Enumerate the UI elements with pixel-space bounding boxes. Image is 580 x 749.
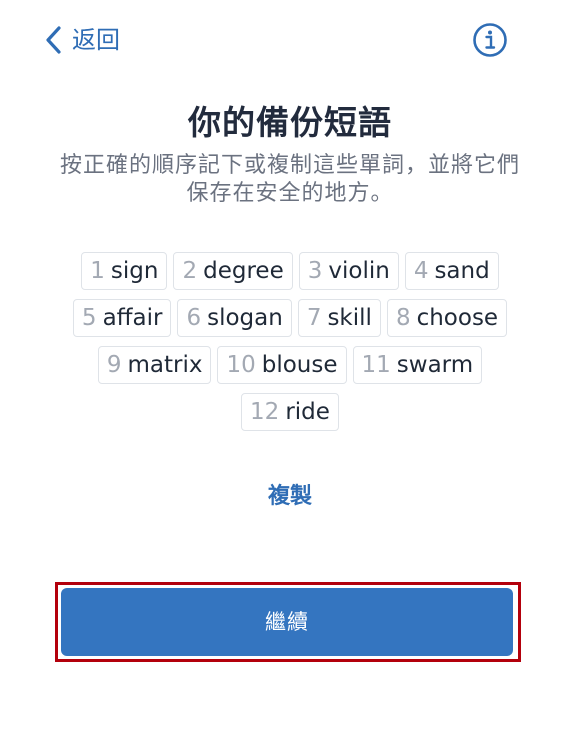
back-button[interactable]: 返回 — [44, 22, 120, 58]
word-row: 9 matrix 10 blouse 11 swarm — [40, 346, 540, 384]
word-number: 2 — [182, 258, 198, 284]
word-chip: 5 affair — [72, 299, 172, 337]
word-chip: 6 slogan — [177, 299, 292, 337]
word-number: 5 — [81, 305, 97, 331]
word-chip: 11 swarm — [352, 346, 483, 384]
word-row: 5 affair 6 slogan 7 skill 8 choose — [40, 299, 540, 337]
chevron-left-icon — [46, 26, 61, 54]
word-number: 9 — [106, 352, 122, 378]
word-text: slogan — [207, 305, 283, 331]
word-text: affair — [102, 305, 163, 331]
backup-phrase-grid: 1 sign 2 degree 3 violin 4 sand 5 affair 6 slo… — [40, 252, 540, 440]
back-label: 返回 — [72, 26, 120, 54]
word-number: 1 — [90, 258, 105, 284]
word-number: 7 — [306, 305, 322, 331]
word-number: 8 — [395, 305, 411, 331]
word-chip: 8 choose — [386, 299, 508, 337]
info-circle-icon — [473, 23, 507, 57]
word-chip: 10 blouse — [217, 346, 347, 384]
copy-button[interactable]: 複製 — [0, 478, 580, 510]
top-bar: 返回 — [0, 0, 580, 80]
word-text: choose — [416, 305, 499, 331]
word-text: skill — [327, 305, 372, 331]
word-text: sand — [434, 258, 490, 284]
word-text: ride — [285, 399, 330, 425]
word-number: 12 — [250, 399, 280, 425]
word-text: swarm — [396, 352, 474, 378]
word-chip: 7 skill — [297, 299, 381, 337]
word-text: sign — [110, 258, 159, 284]
word-text: matrix — [127, 352, 203, 378]
word-chip: 9 matrix — [97, 346, 212, 384]
word-chip: 1 sign — [81, 252, 168, 290]
word-number: 3 — [307, 258, 323, 284]
word-chip: 2 degree — [173, 252, 293, 290]
word-chip: 12 ride — [241, 393, 339, 431]
word-chip: 4 sand — [404, 252, 499, 290]
info-button[interactable] — [472, 22, 508, 58]
word-number: 11 — [361, 352, 391, 378]
word-number: 10 — [226, 352, 256, 378]
word-text: blouse — [261, 352, 338, 378]
word-text: degree — [203, 258, 284, 284]
page-subtitle: 按正確的順序記下或複制這些單詞，並將它們保存在安全的地方。 — [59, 153, 520, 206]
word-row: 1 sign 2 degree 3 violin 4 sand — [40, 252, 540, 290]
word-row: 12 ride — [40, 393, 540, 431]
word-number: 6 — [186, 305, 202, 331]
word-chip: 3 violin — [298, 252, 399, 290]
page-title: 你的備份短語 — [188, 103, 392, 142]
word-number: 4 — [413, 258, 429, 284]
word-text: violin — [328, 258, 390, 284]
continue-button[interactable]: 繼續 — [61, 588, 513, 656]
